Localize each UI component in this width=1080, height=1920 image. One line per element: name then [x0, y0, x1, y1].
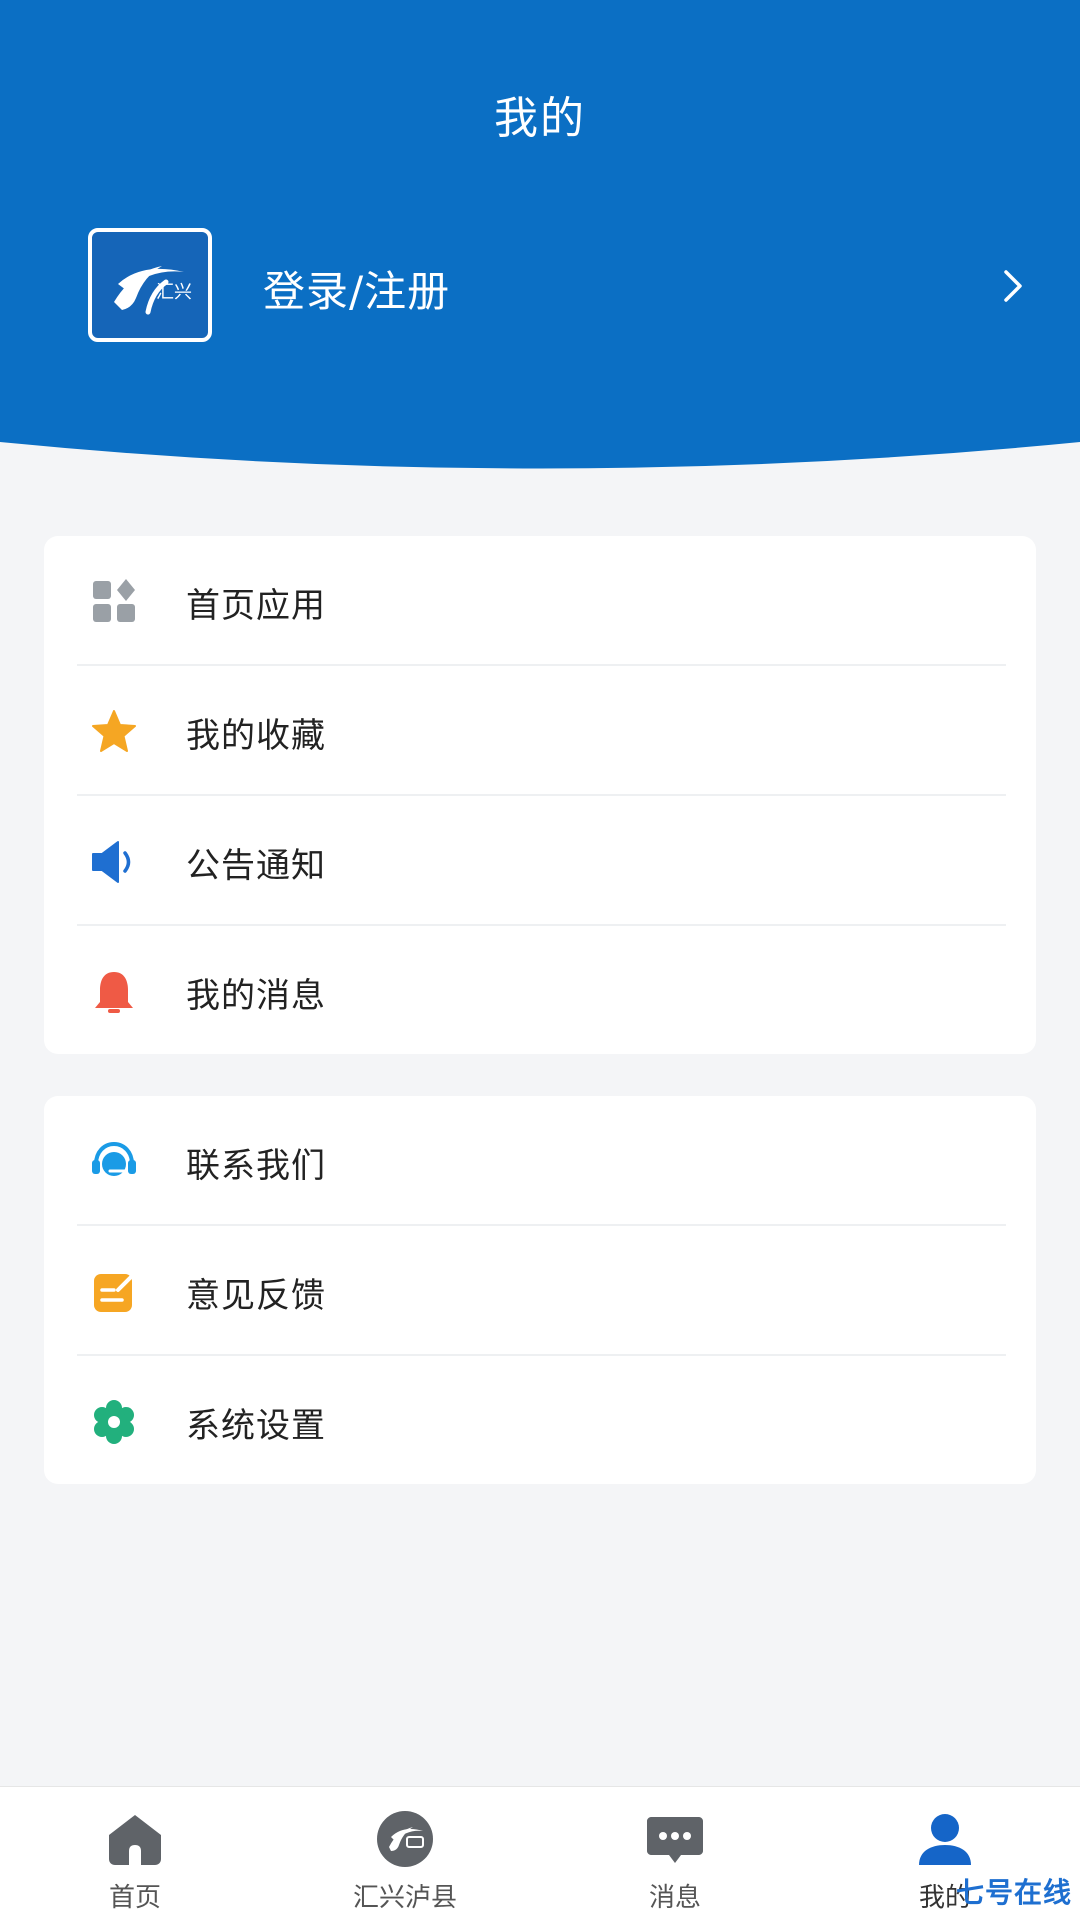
bottom-navigation: 首页 汇兴泸县 消息 我的 七号在线 — [0, 1786, 1080, 1920]
nav-tab-huixing-luxian[interactable]: 汇兴泸县 — [270, 1787, 540, 1920]
nav-label: 首页 — [108, 1883, 161, 1913]
menu-item-label: 首页应用 — [186, 586, 326, 626]
logo-icon: 汇兴 — [114, 266, 192, 315]
nav-tab-home[interactable]: 首页 — [0, 1787, 270, 1920]
menu-item-favorites[interactable]: 我的收藏 — [44, 666, 1036, 796]
login-register-label: 登录/注册 — [263, 267, 451, 316]
feedback-icon — [94, 1274, 134, 1312]
menu-item-label: 联系我们 — [186, 1146, 326, 1186]
app-logo: 汇兴 — [88, 228, 212, 342]
menu-item-home-apps[interactable]: 首页应用 — [44, 536, 1036, 666]
star-icon — [92, 710, 136, 752]
bell-icon — [95, 972, 133, 1013]
menu-card-primary: 首页应用 我的收藏 公告通知 我的消息 — [44, 536, 1036, 1054]
headset-icon — [92, 1141, 136, 1176]
user-icon — [919, 1814, 971, 1865]
menu-item-contact-us[interactable]: 联系我们 — [44, 1096, 1036, 1226]
menu-item-my-messages[interactable]: 我的消息 — [44, 926, 1036, 1054]
logo-text: 汇兴 — [156, 282, 192, 303]
app-grid-icon — [93, 579, 135, 622]
logo-icon — [377, 1811, 433, 1867]
home-icon — [109, 1815, 161, 1865]
nav-label: 汇兴泸县 — [352, 1883, 457, 1913]
chat-icon — [647, 1817, 703, 1863]
watermark-text: 七号在线 — [955, 1876, 1072, 1909]
menu-item-label: 公告通知 — [186, 846, 326, 886]
chevron-right-icon — [1004, 270, 1022, 302]
profile-header: 我的 汇兴 登录/注册 — [0, 0, 1080, 470]
menu-item-label: 我的消息 — [186, 976, 326, 1016]
nav-label: 消息 — [648, 1883, 701, 1913]
login-register-row[interactable]: 汇兴 登录/注册 — [88, 228, 1028, 348]
menu-item-label: 系统设置 — [186, 1406, 326, 1446]
speaker-icon — [92, 841, 131, 883]
menu-item-feedback[interactable]: 意见反馈 — [44, 1226, 1036, 1356]
profile-screen: 我的 汇兴 登录/注册 首页应用 我的收藏 公告通知 我的消息 联系我们 意见反… — [0, 0, 1080, 1920]
page-title: 我的 — [494, 93, 586, 144]
menu-item-label: 意见反馈 — [186, 1276, 326, 1316]
nav-tab-messages[interactable]: 消息 — [540, 1787, 810, 1920]
menu-item-announcements[interactable]: 公告通知 — [44, 796, 1036, 926]
gear-icon — [94, 1400, 134, 1444]
menu-item-label: 我的收藏 — [186, 716, 326, 756]
menu-card-secondary: 联系我们 意见反馈 系统设置 — [44, 1096, 1036, 1484]
menu-item-settings[interactable]: 系统设置 — [44, 1356, 1036, 1484]
